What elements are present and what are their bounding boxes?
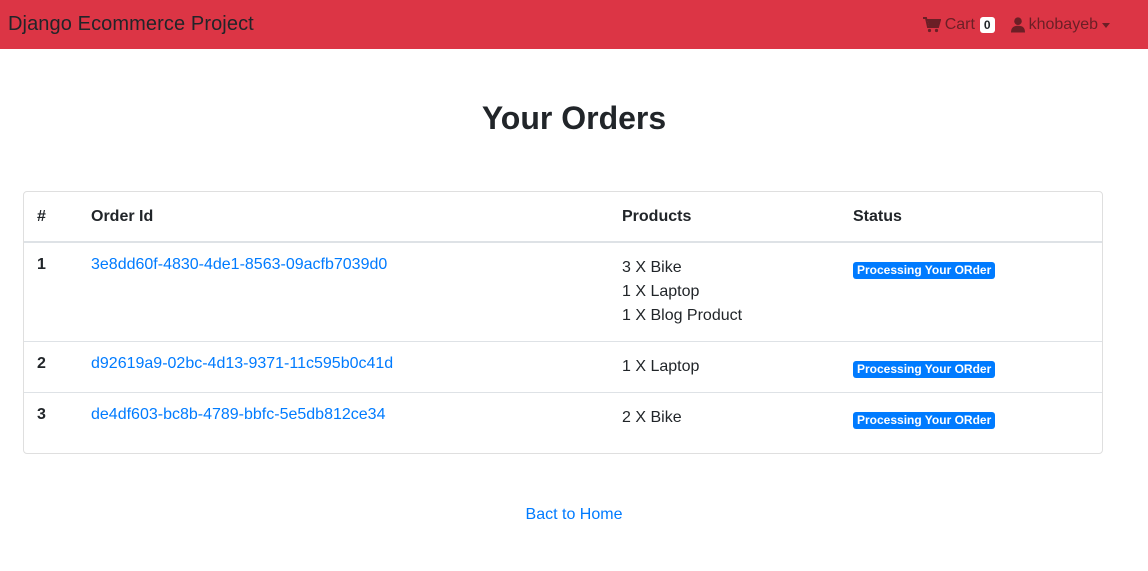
status-badge: Processing Your ORder xyxy=(853,361,996,378)
order-id-link[interactable]: de4df603-bc8b-4789-bbfc-5e5db812ce34 xyxy=(91,406,385,423)
row-number: 3 xyxy=(24,392,91,443)
orders-table: # Order Id Products Status 1 3e8dd60f-48… xyxy=(24,192,1102,443)
header-order-id: Order Id xyxy=(91,192,622,243)
page-title: Your Orders xyxy=(481,100,667,136)
user-dropdown-toggle[interactable]: khobayeb xyxy=(1010,15,1110,34)
header-number: # xyxy=(24,192,91,243)
product-line: 1 X Laptop xyxy=(622,283,700,300)
back-to-home-link[interactable]: Bact to Home xyxy=(526,506,623,523)
table-row: 2 d92619a9-02bc-4d13-9371-11c595b0c41d 1… xyxy=(24,341,1102,393)
product-line: 1 X Blog Product xyxy=(622,307,743,324)
cart-link[interactable]: Cart 0 xyxy=(922,15,995,34)
products-cell: 2 X Bike xyxy=(622,392,853,443)
navbar-right: Cart 0 khobayeb xyxy=(922,0,1110,49)
row-number: 1 xyxy=(37,256,46,273)
orders-card: # Order Id Products Status 1 3e8dd60f-48… xyxy=(23,191,1103,454)
table-row: 1 3e8dd60f-4830-4de1-8563-09acfb7039d0 3… xyxy=(24,242,1102,342)
cart-count-badge: 0 xyxy=(979,16,995,33)
username-label: khobayeb xyxy=(1028,15,1098,33)
order-id-link[interactable]: 3e8dd60f-4830-4de1-8563-09acfb7039d0 xyxy=(91,256,387,273)
header-status: Status xyxy=(853,192,1102,243)
caret-down-icon xyxy=(1102,23,1110,28)
table-row: 3 de4df603-bc8b-4789-bbfc-5e5db812ce34 2… xyxy=(24,392,1102,443)
header-products: Products xyxy=(622,192,853,243)
row-number: 2 xyxy=(24,341,91,393)
brand-link[interactable]: Django Ecommerce Project xyxy=(8,13,254,36)
table-header-row: # Order Id Products Status xyxy=(24,192,1102,243)
product-line: 1 X Laptop xyxy=(622,358,700,375)
status-badge: Processing Your ORder xyxy=(853,412,996,429)
shopping-cart-icon xyxy=(922,16,941,32)
home-link-container: Bact to Home xyxy=(0,506,1148,524)
products-cell: 3 X Bike 1 X Laptop 1 X Blog Product xyxy=(622,242,853,342)
navbar: Django Ecommerce Project Cart 0 khobayeb xyxy=(0,0,1148,49)
status-badge: Processing Your ORder xyxy=(853,262,996,279)
user-icon xyxy=(1010,16,1025,32)
order-id-link[interactable]: d92619a9-02bc-4d13-9371-11c595b0c41d xyxy=(91,355,393,372)
product-line: 3 X Bike xyxy=(622,259,682,276)
product-line: 2 X Bike xyxy=(622,409,682,426)
products-cell: 1 X Laptop xyxy=(622,341,853,393)
cart-label: Cart xyxy=(944,15,975,33)
